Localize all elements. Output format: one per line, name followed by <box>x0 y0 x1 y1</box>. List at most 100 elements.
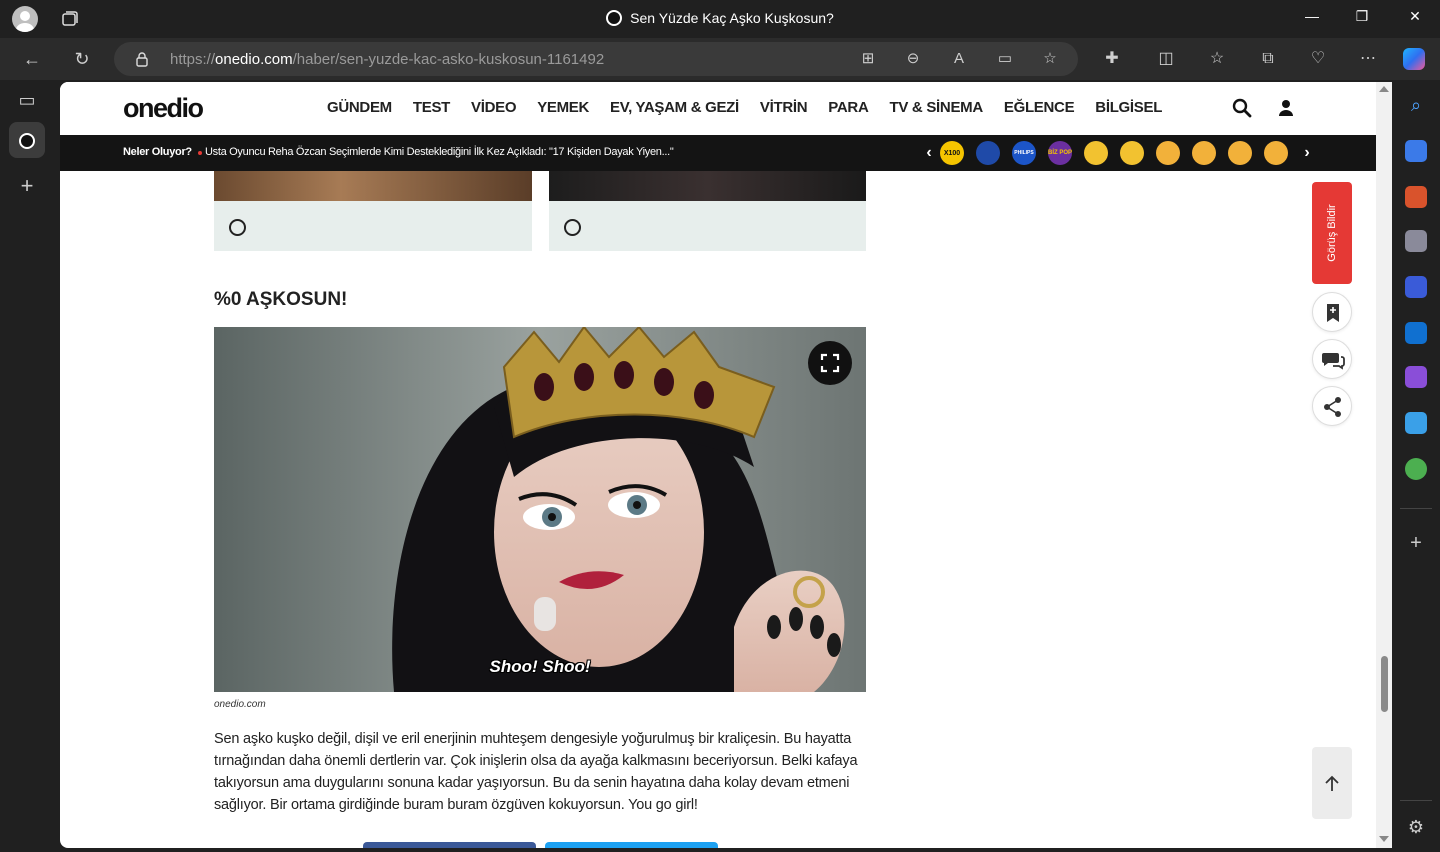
news-ticker: Neler Oluyor? Usta Oyuncu Reha Özcan Seç… <box>60 135 1376 171</box>
menu-item-video[interactable]: VİDEO <box>471 99 516 116</box>
menu-item-ev-yasam-gezi[interactable]: EV, YAŞAM & GEZİ <box>610 99 739 116</box>
new-tab-icon[interactable]: + <box>9 168 45 204</box>
badge-label: BİZ POP <box>1048 150 1073 156</box>
refresh-icon[interactable]: ↻ <box>71 48 93 70</box>
scroll-up-arrow-icon[interactable] <box>1379 86 1389 92</box>
queen-illustration <box>214 327 866 692</box>
twitter-share-button[interactable] <box>545 842 718 848</box>
games-icon[interactable] <box>1405 230 1427 252</box>
story-badge[interactable]: PHILIPS <box>1012 141 1036 165</box>
image-source[interactable]: onedio.com <box>214 699 266 710</box>
lock-icon[interactable] <box>134 51 150 67</box>
option-image <box>214 171 532 201</box>
tab-actions-icon[interactable]: ▭ <box>9 82 45 118</box>
story-badge[interactable] <box>1084 141 1108 165</box>
browser-essentials-icon[interactable]: ♡ <box>1307 48 1329 70</box>
story-badge[interactable] <box>976 141 1000 165</box>
scroll-down-arrow-icon[interactable] <box>1379 836 1389 842</box>
add-sidebar-app-icon[interactable]: + <box>1405 532 1427 554</box>
chevron-right-icon[interactable]: › <box>1296 144 1318 162</box>
more-icon[interactable]: ⋯ <box>1357 48 1379 70</box>
split-screen-icon[interactable]: ◫ <box>1155 48 1177 70</box>
menu-item-eglence[interactable]: EĞLENCE <box>1004 99 1075 116</box>
story-badge[interactable] <box>1228 141 1252 165</box>
address-bar[interactable]: https://onedio.com/haber/sen-yuzde-kac-a… <box>114 42 1078 76</box>
ticker-label: Neler Oluyor? <box>123 146 192 158</box>
url-text[interactable]: https://onedio.com/haber/sen-yuzde-kac-a… <box>170 51 604 68</box>
menu-item-bilgisel[interactable]: BİLGİSEL <box>1095 99 1162 116</box>
extensions-icon[interactable]: ✚ <box>1101 48 1123 70</box>
bookmark-button[interactable] <box>1312 292 1352 332</box>
scrollbar-thumb[interactable] <box>1381 656 1388 712</box>
quiz-option-card[interactable] <box>549 171 866 251</box>
menu-item-yemek[interactable]: YEMEK <box>537 99 589 116</box>
sidebar-divider <box>1400 508 1432 509</box>
menu-item-test[interactable]: TEST <box>413 99 450 116</box>
collections-icon[interactable]: ⧉ <box>1257 48 1279 70</box>
scroll-to-top-button[interactable] <box>1312 747 1352 819</box>
feedback-label: Görüş Bildir <box>1326 204 1338 262</box>
story-badge[interactable] <box>1156 141 1180 165</box>
address-toolbar: ← ↻ https://onedio.com/haber/sen-yuzde-k… <box>0 38 1440 80</box>
user-account-icon[interactable] <box>1275 97 1297 119</box>
close-icon[interactable]: ✕ <box>1405 8 1425 28</box>
menu-item-para[interactable]: PARA <box>828 99 869 116</box>
tab-onedio[interactable] <box>9 122 45 158</box>
send-icon[interactable] <box>1405 412 1427 434</box>
story-badge[interactable] <box>1120 141 1144 165</box>
menu-item-vitrin[interactable]: VİTRİN <box>760 99 808 116</box>
ticker-headline[interactable]: Usta Oyuncu Reha Özcan Seçimlerde Kimi D… <box>205 146 674 158</box>
vertical-tabs-rail: ▭ + <box>0 80 58 852</box>
share-button[interactable] <box>1312 386 1352 426</box>
site-header: onedio GÜNDEM TEST VİDEO YEMEK EV, YAŞAM… <box>60 82 1376 135</box>
edge-sidebar: ⌕ + ⚙ <box>1392 80 1440 852</box>
result-gif[interactable]: Shoo! Shoo! <box>214 327 866 692</box>
search-icon[interactable]: ⌕ <box>1405 94 1427 116</box>
site-logo[interactable]: onedio <box>123 93 204 124</box>
window-title-text: Sen Yüzde Kaç Aşko Kuşkosun? <box>630 10 834 26</box>
quiz-option-card[interactable] <box>214 171 532 251</box>
story-badge[interactable] <box>1264 141 1288 165</box>
story-badge[interactable]: BİZ POP <box>1048 141 1072 165</box>
settings-gear-icon[interactable]: ⚙ <box>1405 816 1427 838</box>
ticker-dot <box>198 151 202 155</box>
app-available-icon[interactable]: ⊞ <box>859 50 877 68</box>
zoom-out-icon[interactable]: ⊖ <box>904 50 922 68</box>
back-icon[interactable]: ← <box>21 48 43 70</box>
result-description: Sen aşko kuşko değil, dişil ve eril ener… <box>214 731 858 813</box>
tree-icon[interactable] <box>1405 458 1427 480</box>
main-menu: GÜNDEM TEST VİDEO YEMEK EV, YAŞAM & GEZİ… <box>327 99 1183 116</box>
minimize-icon[interactable]: — <box>1302 8 1322 28</box>
option-radio[interactable] <box>229 219 246 236</box>
feedback-button[interactable]: Görüş Bildir <box>1312 182 1352 284</box>
story-badge[interactable]: X100 <box>940 141 964 165</box>
outlook-icon[interactable] <box>1405 322 1427 344</box>
option-radio[interactable] <box>564 219 581 236</box>
search-icon[interactable] <box>1231 97 1253 119</box>
favorite-star-icon[interactable]: ☆ <box>1041 50 1059 68</box>
read-aloud-icon[interactable]: A <box>950 50 968 68</box>
favorites-icon[interactable]: ☆ <box>1206 48 1228 70</box>
story-badges: ‹ X100 PHILIPS BİZ POP › <box>918 141 1318 165</box>
menu-item-gundem[interactable]: GÜNDEM <box>327 99 392 116</box>
share-icon <box>1324 397 1341 417</box>
story-badge[interactable] <box>1192 141 1216 165</box>
page-viewport: onedio GÜNDEM TEST VİDEO YEMEK EV, YAŞAM… <box>60 82 1376 848</box>
tools-icon[interactable] <box>1405 186 1427 208</box>
menu-item-tv-sinema[interactable]: TV & SİNEMA <box>890 99 984 116</box>
expand-icon <box>820 353 840 373</box>
shopping-icon[interactable] <box>1405 140 1427 162</box>
result-title: %0 AŞKOSUN! <box>214 289 348 310</box>
immersive-reader-icon[interactable]: ▭ <box>996 50 1014 68</box>
browser-titlebar: Sen Yüzde Kaç Aşko Kuşkosun? — ❐ ✕ <box>0 0 1440 38</box>
bookmark-add-icon <box>1327 304 1339 322</box>
designer-icon[interactable] <box>1405 366 1427 388</box>
restore-icon[interactable]: ❐ <box>1352 8 1372 28</box>
fullscreen-button[interactable] <box>808 341 852 385</box>
chevron-left-icon[interactable]: ‹ <box>918 144 940 162</box>
copilot-icon[interactable] <box>1403 48 1425 70</box>
microsoft-365-icon[interactable] <box>1405 276 1427 298</box>
comments-button[interactable] <box>1312 339 1352 379</box>
page-scrollbar[interactable] <box>1376 82 1392 848</box>
facebook-share-button[interactable] <box>363 842 536 848</box>
